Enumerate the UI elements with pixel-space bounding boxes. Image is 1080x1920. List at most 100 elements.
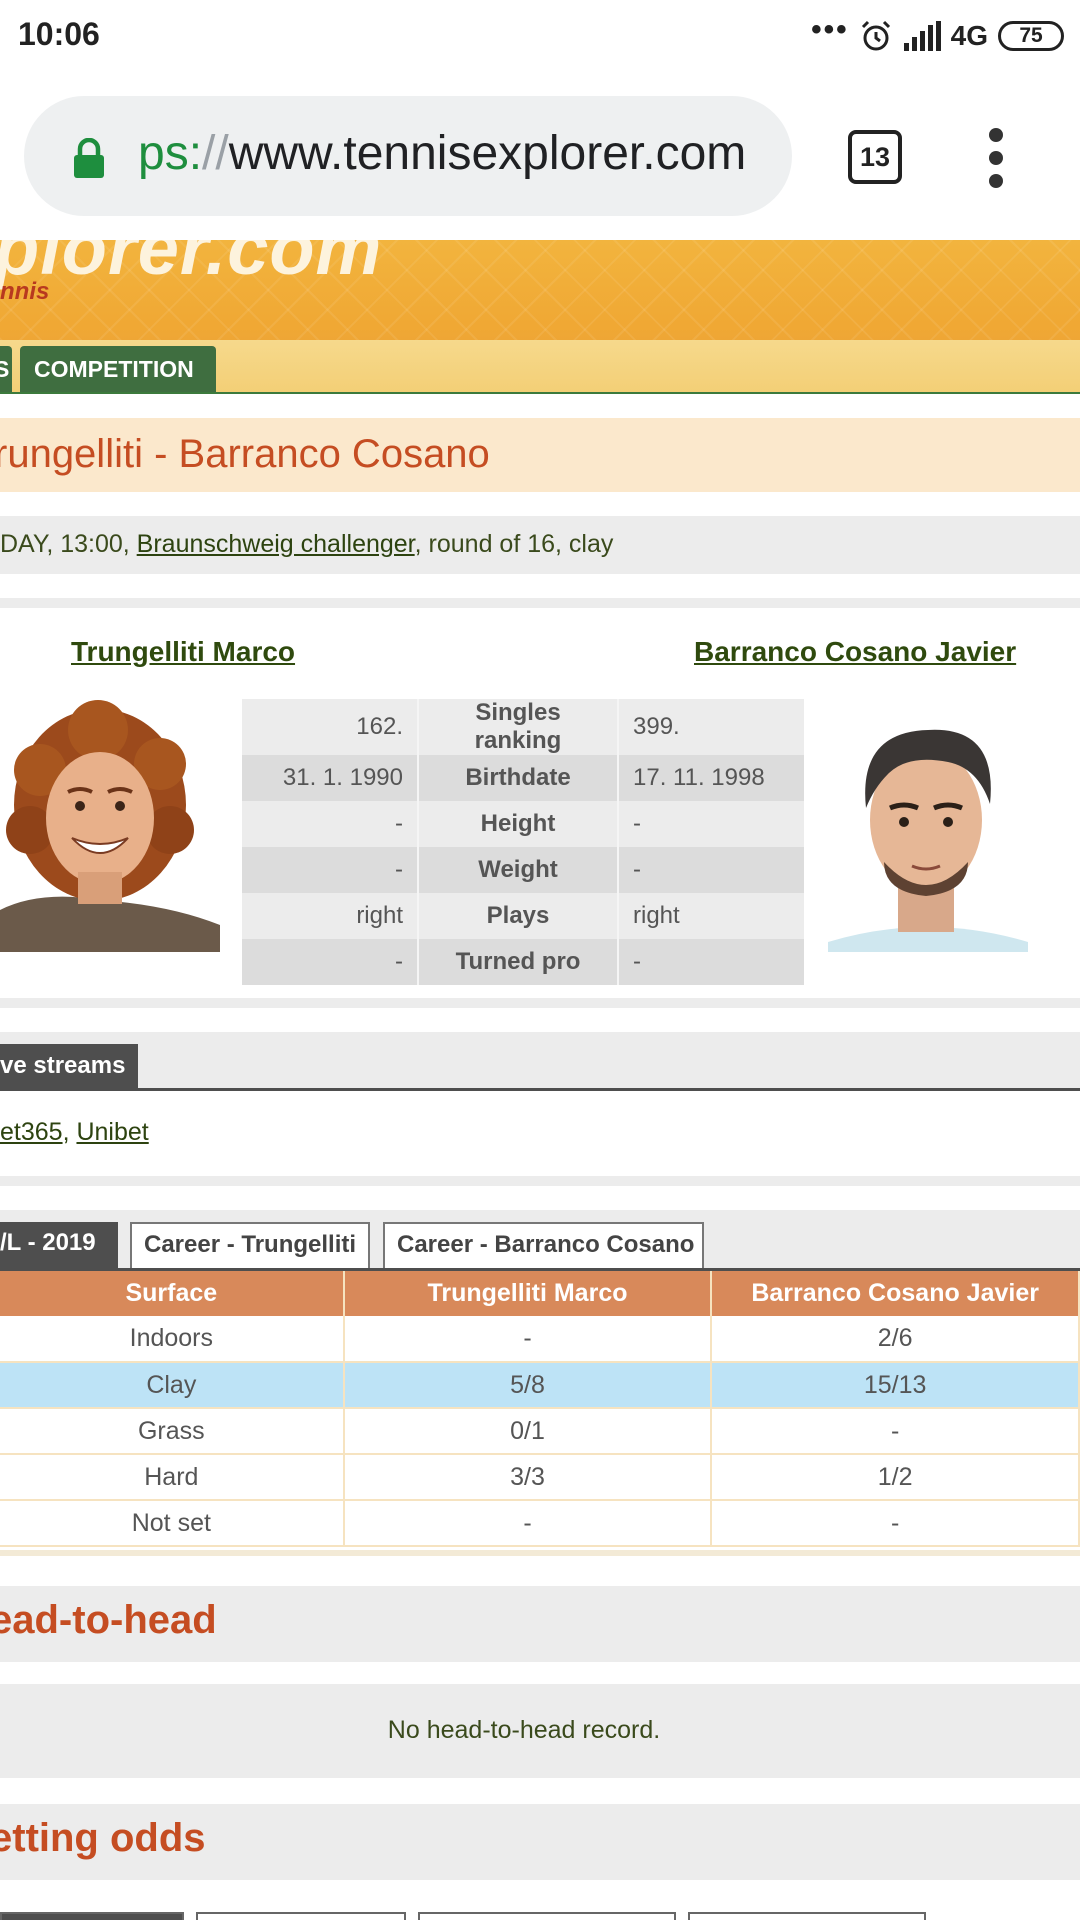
lock-icon — [74, 138, 104, 178]
column-header-player-right: Barranco Cosano Javier — [711, 1271, 1080, 1316]
site-logo[interactable]: plorer.com — [0, 240, 382, 291]
divider — [0, 598, 1080, 608]
comparison-label: Turned pro — [418, 939, 619, 985]
surface-record-cell: 15/13 — [711, 1362, 1080, 1409]
url-host: www.tennisexplorer.com — [228, 127, 747, 180]
odds-tab[interactable] — [418, 1912, 676, 1920]
streams-tab-bar — [0, 1032, 1080, 1088]
table-row: Clay 5/8 15/13 — [0, 1362, 1080, 1409]
table-row: Hard 3/3 1/2 — [0, 1454, 1080, 1501]
dots-icon: ••• — [811, 13, 849, 46]
comparison-label: Height — [418, 801, 619, 847]
surface-record-cell: 3/3 — [343, 1454, 713, 1501]
page-title: rungelliti - Barranco Cosano — [0, 432, 490, 476]
stream-links: et365, Unibet — [0, 1118, 149, 1147]
alarm-icon — [861, 20, 890, 51]
comparison-label: Singles ranking — [418, 699, 619, 755]
url-scheme: ps: — [138, 127, 203, 180]
odds-tab[interactable] — [196, 1912, 406, 1920]
table-row: Grass 0/1- — [0, 1408, 1080, 1455]
stream-link-bet365[interactable]: et365 — [0, 1118, 63, 1146]
surface-record-cell: 0/1 — [343, 1408, 713, 1455]
status-icons: ••• 4G 75 — [811, 13, 1064, 56]
surface-stats-table: Surface Trungelliti Marco Barranco Cosan… — [0, 1271, 1080, 1547]
comparison-left-value: right — [242, 893, 419, 939]
player-comparison-table: 162. Singles ranking 399. 31. 1. 1990 Birthd… — [242, 699, 804, 985]
main-nav: S COMPETITION — [0, 340, 1080, 394]
odds-tab[interactable] — [688, 1912, 926, 1920]
tab-season-2019[interactable]: /L - 2019 — [0, 1222, 118, 1268]
signal-icon — [903, 21, 941, 51]
stream-link-unibet[interactable]: Unibet — [76, 1118, 148, 1146]
surface-record-cell: 1/2 — [711, 1454, 1080, 1501]
comparison-left-value: - — [242, 801, 419, 847]
surface-record-cell: 5/8 — [343, 1362, 713, 1409]
surface-name-cell: Not set — [0, 1500, 345, 1547]
divider — [0, 1176, 1080, 1186]
menu-icon[interactable] — [980, 128, 1012, 188]
nav-tab-previous[interactable]: S — [0, 346, 12, 392]
tab-live-streams[interactable]: ve streams — [0, 1044, 138, 1088]
comparison-right-value: - — [618, 939, 804, 985]
divider — [0, 998, 1080, 1008]
comparison-left-value: - — [242, 847, 419, 893]
player-right-photo[interactable] — [828, 712, 1028, 952]
match-round-surface: , round of 16, clay — [414, 530, 614, 558]
match-info-bar: DAY, 13:00, Braunschweig challenger, rou… — [0, 516, 1080, 574]
url-slashes: // — [202, 127, 229, 180]
tournament-link[interactable]: Braunschweig challenger — [137, 530, 415, 558]
battery-icon: 75 — [998, 21, 1064, 51]
tab-career-barranco-cosano[interactable]: Career - Barranco Cosano — [383, 1222, 704, 1268]
comparison-label: Birthdate — [418, 755, 619, 801]
odds-heading-bar: etting odds — [0, 1804, 1080, 1880]
comparison-right-value: 399. — [618, 699, 804, 755]
surface-record-cell: 2/6 — [711, 1316, 1080, 1363]
divider — [0, 1550, 1080, 1556]
table-row: Indoors -2/6 — [0, 1316, 1080, 1363]
match-info: DAY, 13:00, Braunschweig challenger, rou… — [0, 530, 613, 559]
h2h-box: No head-to-head record. — [0, 1684, 1080, 1778]
match-title-bar: rungelliti - Barranco Cosano — [0, 418, 1080, 492]
surface-name-cell: Hard — [0, 1454, 345, 1501]
comparison-row: right Plays right — [242, 893, 804, 939]
url-text[interactable]: ps://www.tennisexplorer.com — [138, 126, 746, 181]
comparison-row: - Height - — [242, 801, 804, 847]
surface-name-cell: Clay — [0, 1362, 345, 1409]
tab-switcher-button[interactable]: 13 — [848, 130, 902, 184]
nav-tab-competition[interactable]: COMPETITION — [20, 346, 216, 392]
surface-record-cell: - — [711, 1408, 1080, 1455]
odds-heading: etting odds — [0, 1816, 206, 1860]
comparison-right-value: right — [618, 893, 804, 939]
comparison-left-value: - — [242, 939, 419, 985]
h2h-heading-bar: ead-to-head — [0, 1586, 1080, 1662]
surface-record-cell: - — [343, 1316, 713, 1363]
site-logo-tagline: nnis — [0, 278, 50, 305]
browser-toolbar: ps://www.tennisexplorer.com 13 — [0, 72, 1080, 240]
odds-tab-bar — [0, 1912, 1080, 1920]
player-left-link[interactable]: Trungelliti Marco — [71, 636, 295, 668]
comparison-right-value: - — [618, 801, 804, 847]
comparison-row: - Weight - — [242, 847, 804, 893]
comparison-left-value: 162. — [242, 699, 419, 755]
comparison-right-value: - — [618, 847, 804, 893]
surface-name-cell: Indoors — [0, 1316, 345, 1363]
h2h-heading: ead-to-head — [0, 1598, 217, 1642]
address-bar[interactable]: ps://www.tennisexplorer.com — [24, 96, 792, 216]
divider — [0, 1088, 1080, 1091]
tab-career-trungelliti[interactable]: Career - Trungelliti — [130, 1222, 370, 1268]
surface-name-cell: Grass — [0, 1408, 345, 1455]
site-header: plorer.com nnis S COMPETITION — [0, 240, 1080, 394]
table-row: Not set - - — [0, 1500, 1080, 1547]
player-left-photo[interactable] — [0, 700, 220, 952]
comparison-row: - Turned pro - — [242, 939, 804, 985]
column-header-surface: Surface — [0, 1271, 345, 1316]
surface-record-cell: - — [343, 1500, 713, 1547]
tab-count: 13 — [859, 141, 891, 172]
surface-record-cell: - — [711, 1500, 1080, 1547]
comparison-left-value: 31. 1. 1990 — [242, 755, 419, 801]
table-header-row: Surface Trungelliti Marco Barranco Cosan… — [0, 1271, 1080, 1316]
status-time: 10:06 — [18, 16, 100, 52]
odds-tab[interactable] — [0, 1912, 184, 1920]
player-right-link[interactable]: Barranco Cosano Javier — [694, 636, 1016, 668]
status-bar: 10:06 ••• 4G 75 — [0, 0, 1080, 72]
